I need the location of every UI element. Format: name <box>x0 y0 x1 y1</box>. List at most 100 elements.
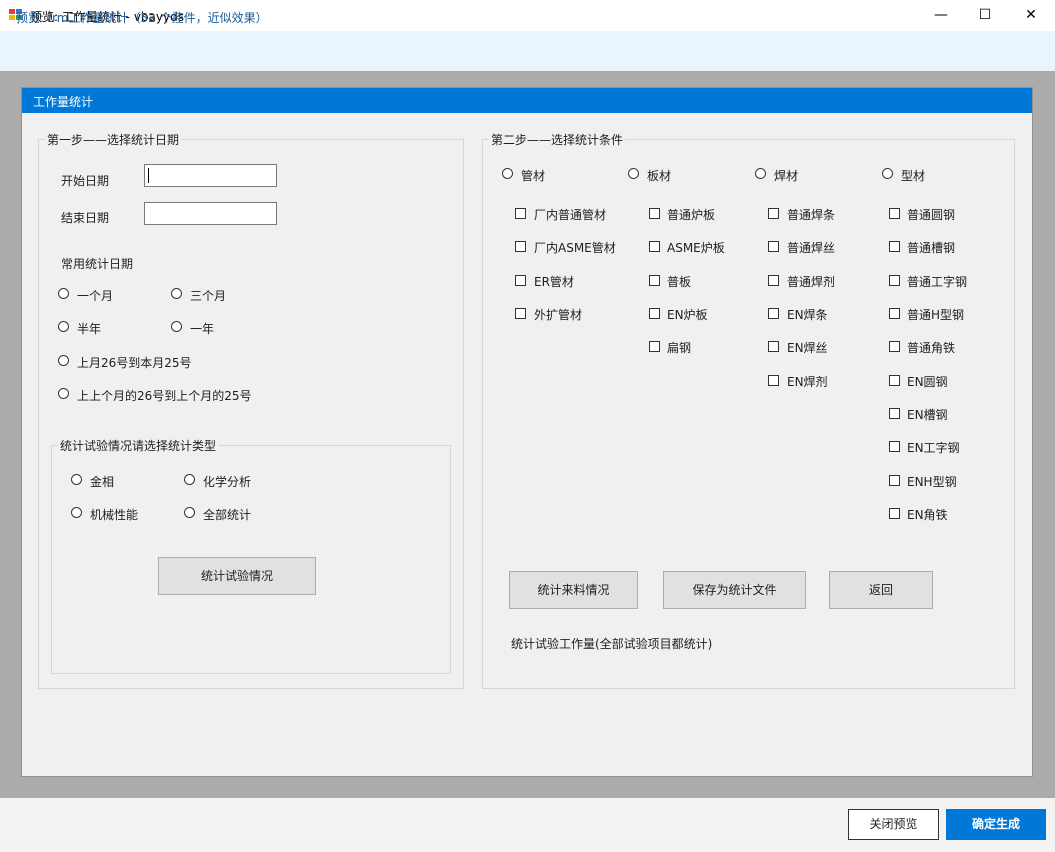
plate-item-label: EN炉板 <box>667 308 708 322</box>
test-radio-all[interactable] <box>184 507 195 518</box>
weld-item-label: EN焊剂 <box>787 375 828 389</box>
weld-item-label: 普通焊条 <box>787 208 836 222</box>
common-dates-label: 常用统计日期 <box>61 257 134 271</box>
weld-item-label: 普通焊剂 <box>787 275 836 289</box>
pipe-checkbox[interactable] <box>515 241 526 252</box>
profile-checkbox[interactable] <box>889 375 900 386</box>
category-label: 板材 <box>647 169 672 183</box>
profile-checkbox[interactable] <box>889 208 900 219</box>
weld-checkbox[interactable] <box>768 375 779 386</box>
text-caret <box>148 168 149 183</box>
plate-checkbox[interactable] <box>649 308 660 319</box>
weld-item-label: 普通焊丝 <box>787 241 836 255</box>
start-date-label: 开始日期 <box>61 174 110 188</box>
end-date-input[interactable] <box>144 202 277 225</box>
profile-checkbox[interactable] <box>889 408 900 419</box>
close-window-button[interactable]: ✕ <box>1008 0 1054 31</box>
range-label: 三个月 <box>190 289 227 303</box>
test-option-label: 金相 <box>90 475 115 489</box>
plate-item-label: 普通炉板 <box>667 208 716 222</box>
weld-checkbox[interactable] <box>768 241 779 252</box>
profile-item-label: 普通槽钢 <box>907 241 956 255</box>
range-radio-one-month[interactable] <box>58 288 69 299</box>
profile-checkbox[interactable] <box>889 241 900 252</box>
category-label: 管材 <box>521 169 546 183</box>
profile-item-label: 普通角铁 <box>907 341 956 355</box>
range-radio-half-year[interactable] <box>58 321 69 332</box>
plate-checkbox[interactable] <box>649 275 660 286</box>
maximize-button[interactable]: ☐ <box>962 0 1008 31</box>
plate-checkbox[interactable] <box>649 208 660 219</box>
start-date-input[interactable] <box>144 164 277 187</box>
profile-checkbox[interactable] <box>889 441 900 452</box>
category-radio-profile[interactable] <box>882 168 893 179</box>
pipe-item-label: ER管材 <box>534 275 574 289</box>
info-bar <box>0 31 1055 71</box>
test-option-label: 化学分析 <box>203 475 252 489</box>
weld-item-label: EN焊丝 <box>787 341 828 355</box>
weld-checkbox[interactable] <box>768 275 779 286</box>
category-radio-pipe[interactable] <box>502 168 513 179</box>
plate-checkbox[interactable] <box>649 341 660 352</box>
weld-checkbox[interactable] <box>768 308 779 319</box>
stat-note-label: 统计试验工作量(全部试验项目都统计) <box>511 637 713 651</box>
test-group-title: 统计试验情况请选择统计类型 <box>58 437 219 454</box>
profile-item-label: EN工字钢 <box>907 441 960 455</box>
weld-checkbox[interactable] <box>768 341 779 352</box>
pipe-item-label: 外扩管材 <box>534 308 583 322</box>
pipe-item-label: 厂内普通管材 <box>534 208 607 222</box>
back-button[interactable]: 返回 <box>829 571 933 609</box>
profile-item-label: 普通H型钢 <box>907 308 965 322</box>
category-radio-weld[interactable] <box>755 168 766 179</box>
test-option-label: 机械性能 <box>90 508 139 522</box>
plate-item-label: 扁钢 <box>667 341 692 355</box>
plate-item-label: ASME炉板 <box>667 241 725 255</box>
category-radio-plate[interactable] <box>628 168 639 179</box>
category-label: 型材 <box>901 169 926 183</box>
test-radio-chemical[interactable] <box>184 474 195 485</box>
range-label: 半年 <box>77 322 102 336</box>
range-radio-two-months-ago[interactable] <box>58 388 69 399</box>
range-label: 一个月 <box>77 289 114 303</box>
end-date-label: 结束日期 <box>61 211 110 225</box>
weld-item-label: EN焊条 <box>787 308 828 322</box>
profile-checkbox[interactable] <box>889 475 900 486</box>
profile-checkbox[interactable] <box>889 308 900 319</box>
pipe-item-label: 厂内ASME管材 <box>534 241 616 255</box>
save-stat-file-button[interactable]: 保存为统计文件 <box>663 571 806 609</box>
range-radio-three-months[interactable] <box>171 288 182 299</box>
range-radio-one-year[interactable] <box>171 321 182 332</box>
test-option-label: 全部统计 <box>203 508 252 522</box>
stat-test-button[interactable]: 统计试验情况 <box>158 557 316 595</box>
pipe-checkbox[interactable] <box>515 275 526 286</box>
profile-checkbox[interactable] <box>889 275 900 286</box>
stat-incoming-button[interactable]: 统计来料情况 <box>509 571 638 609</box>
profile-item-label: ENH型钢 <box>907 475 957 489</box>
plate-checkbox[interactable] <box>649 241 660 252</box>
form-title: 工作量统计 <box>33 95 94 109</box>
profile-item-label: EN槽钢 <box>907 408 948 422</box>
pipe-checkbox[interactable] <box>515 308 526 319</box>
test-radio-mechanical[interactable] <box>71 507 82 518</box>
profile-item-label: EN圆钢 <box>907 375 948 389</box>
form-header <box>22 88 1032 113</box>
close-preview-button[interactable]: 关闭预览 <box>848 809 939 840</box>
minimize-button[interactable]: — <box>918 0 964 31</box>
info-text: 预览: frm工作量统计（52 个控件，近似效果） <box>16 11 268 25</box>
weld-checkbox[interactable] <box>768 208 779 219</box>
range-radio-last-month[interactable] <box>58 355 69 366</box>
profile-checkbox[interactable] <box>889 341 900 352</box>
test-radio-metallography[interactable] <box>71 474 82 485</box>
profile-item-label: 普通工字钢 <box>907 275 968 289</box>
profile-item-label: 普通圆钢 <box>907 208 956 222</box>
range-label: 一年 <box>190 322 215 336</box>
category-label: 焊材 <box>774 169 799 183</box>
range-label: 上月26号到本月25号 <box>77 356 192 370</box>
confirm-generate-button[interactable]: 确定生成 <box>946 809 1046 840</box>
profile-item-label: EN角铁 <box>907 508 948 522</box>
plate-item-label: 普板 <box>667 275 692 289</box>
profile-checkbox[interactable] <box>889 508 900 519</box>
range-label: 上上个月的26号到上个月的25号 <box>77 389 252 403</box>
step1-title: 第一步——选择统计日期 <box>45 131 182 148</box>
pipe-checkbox[interactable] <box>515 208 526 219</box>
